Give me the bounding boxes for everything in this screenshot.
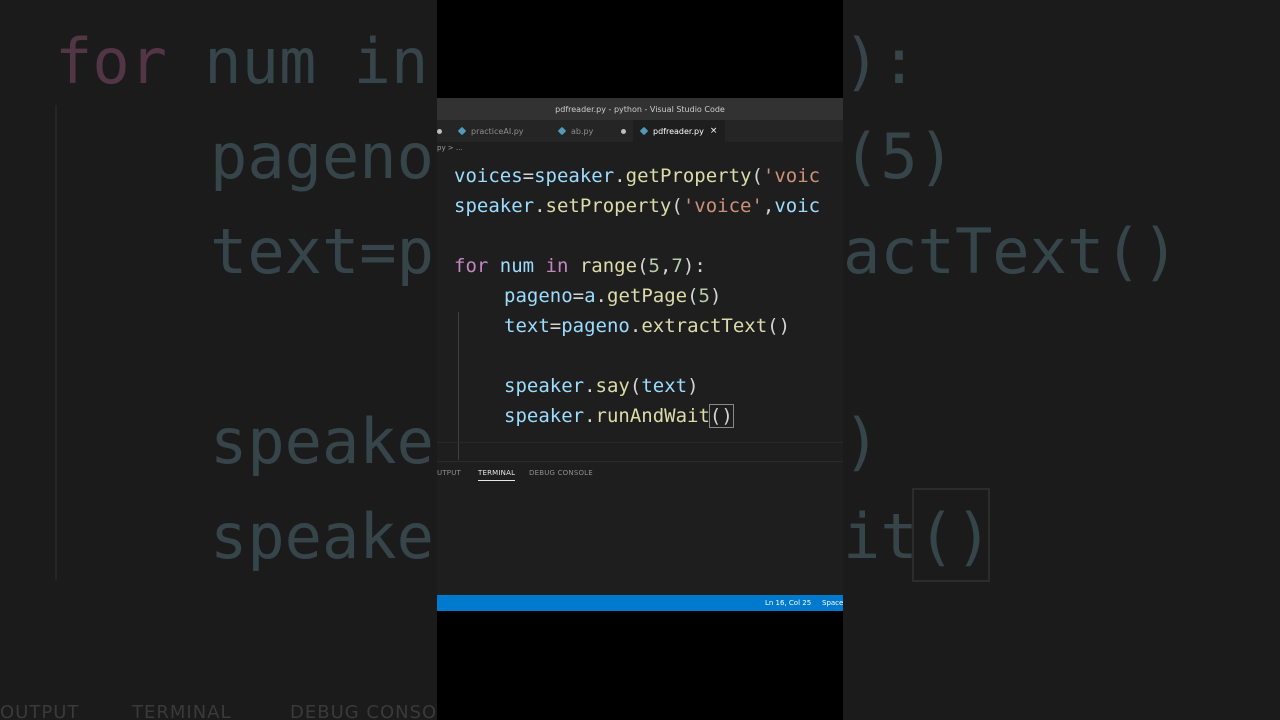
tab-label: practiceAI.py <box>471 126 524 136</box>
token: voic <box>774 195 821 217</box>
code-editor[interactable]: voices=speaker.getProperty('voic speaker… <box>437 154 843 460</box>
code-line-4: pageno=a.getPage(5) <box>504 281 721 311</box>
token: ) <box>687 375 699 397</box>
backdrop-tab-output: OUTPUT <box>0 702 80 720</box>
token: 5 <box>648 255 660 277</box>
code-line-3: for num in range(5,7): <box>454 251 706 281</box>
token: = <box>572 285 585 307</box>
backdrop-tab-terminal: TERMINAL <box>132 702 232 720</box>
token: pageno <box>504 285 573 307</box>
panel-tab-debug-console[interactable]: DEBUG CONSOLE <box>529 469 593 480</box>
token: ( <box>637 255 649 277</box>
status-bar: Ln 16, Col 25 Space <box>437 595 843 611</box>
indent-guide <box>458 312 459 460</box>
tab-ab[interactable]: ab.py <box>547 120 621 142</box>
backdrop-keyword: for <box>55 25 167 98</box>
token: , <box>659 255 672 277</box>
tab-label: ab.py <box>571 126 594 136</box>
token: = <box>549 315 562 337</box>
token: 5 <box>698 285 710 307</box>
code-line-1: voices=speaker.getProperty('voic <box>454 161 820 191</box>
token: speaker <box>534 165 615 187</box>
token: ): <box>682 255 706 277</box>
unsaved-dot-icon <box>437 128 442 134</box>
token: for <box>454 255 489 277</box>
token: () <box>767 315 791 337</box>
token: = <box>522 165 535 187</box>
token: in <box>545 255 569 277</box>
tab-bar: practiceAI.py ab.py pdfreader.py × <box>437 120 843 142</box>
unsaved-dot-icon <box>621 128 626 134</box>
backdrop-text: num in <box>166 25 429 98</box>
token: speaker <box>454 195 535 217</box>
code-line-5: text=pageno.extractText() <box>504 311 790 341</box>
code-line-6: speaker.say(text) <box>504 371 699 401</box>
close-icon[interactable]: × <box>710 126 718 136</box>
token: extractText <box>641 315 768 337</box>
token: say <box>595 375 630 397</box>
token: a <box>584 285 596 307</box>
title-bar: pdfreader.py - python - Visual Studio Co… <box>437 98 843 120</box>
token: speaker <box>504 405 585 427</box>
token: setProperty <box>545 195 672 217</box>
token: . <box>584 375 596 397</box>
token: ( <box>629 375 642 397</box>
token: 'voic <box>762 165 821 187</box>
token: runAndWait <box>595 405 710 427</box>
token: 'voice' <box>682 195 763 217</box>
panel-tab-terminal[interactable]: TERMINAL <box>478 469 516 481</box>
matched-bracket: () <box>708 404 734 428</box>
code-line-2: speaker.setProperty('voice',voic <box>454 191 820 221</box>
token: ( <box>687 285 699 307</box>
python-file-icon <box>639 126 649 136</box>
backdrop-line-2: pageno <box>210 120 434 193</box>
indentation-spaces[interactable]: Space <box>822 599 843 607</box>
token: . <box>595 285 607 307</box>
token: range <box>568 255 638 277</box>
token: . <box>614 165 626 187</box>
backdrop-line-3-right: actText() <box>843 215 1179 288</box>
cursor-position[interactable]: Ln 16, Col 25 <box>765 599 811 607</box>
token: . <box>629 315 642 337</box>
vscode-window: pdfreader.py - python - Visual Studio Co… <box>437 98 843 611</box>
current-line-highlight <box>437 442 843 460</box>
breadcrumb[interactable]: py > ... <box>437 142 843 154</box>
backdrop-tab-debug: DEBUG CONSO <box>290 702 438 720</box>
python-file-icon <box>557 126 567 136</box>
backdrop-bracket-box <box>912 488 990 582</box>
token: . <box>584 405 596 427</box>
tab-practiceai[interactable]: practiceAI.py <box>451 120 547 142</box>
backdrop-line-1-right: ): <box>843 25 918 98</box>
backdrop-line-5: speake <box>210 500 434 573</box>
tab-hidden-dirty[interactable] <box>437 120 451 142</box>
token: num <box>488 255 546 277</box>
token: getPage <box>607 285 688 307</box>
backdrop-line-1: for num in <box>55 25 428 98</box>
backdrop-line-2-right: (5) <box>843 120 955 193</box>
token: pageno <box>561 315 630 337</box>
tab-pdfreader[interactable]: pdfreader.py × <box>633 120 725 142</box>
backdrop-indent-guide <box>55 105 57 580</box>
token: text <box>504 315 550 337</box>
panel-tab-output[interactable]: UTPUT <box>437 469 461 480</box>
token: voices <box>454 165 523 187</box>
token: , <box>762 195 775 217</box>
token: getProperty <box>625 165 752 187</box>
tab-dirty-indicator[interactable] <box>621 120 633 142</box>
token: ( <box>751 165 763 187</box>
token: speaker <box>504 375 585 397</box>
token: ) <box>709 285 722 307</box>
window-title: pdfreader.py - python - Visual Studio Co… <box>555 104 725 114</box>
bottom-panel: UTPUT TERMINAL DEBUG CONSOLE <box>437 461 843 596</box>
token: 7 <box>671 255 683 277</box>
backdrop-line-4-right: ) <box>843 405 881 478</box>
code-line-7: speaker.runAndWait() <box>504 401 734 431</box>
token: ( <box>671 195 683 217</box>
backdrop-line-3: text=p <box>210 215 434 288</box>
python-file-icon <box>457 126 467 136</box>
backdrop-line-4: speake <box>210 405 434 478</box>
token: text <box>641 375 688 397</box>
token: . <box>534 195 546 217</box>
tab-label: pdfreader.py <box>653 126 704 136</box>
